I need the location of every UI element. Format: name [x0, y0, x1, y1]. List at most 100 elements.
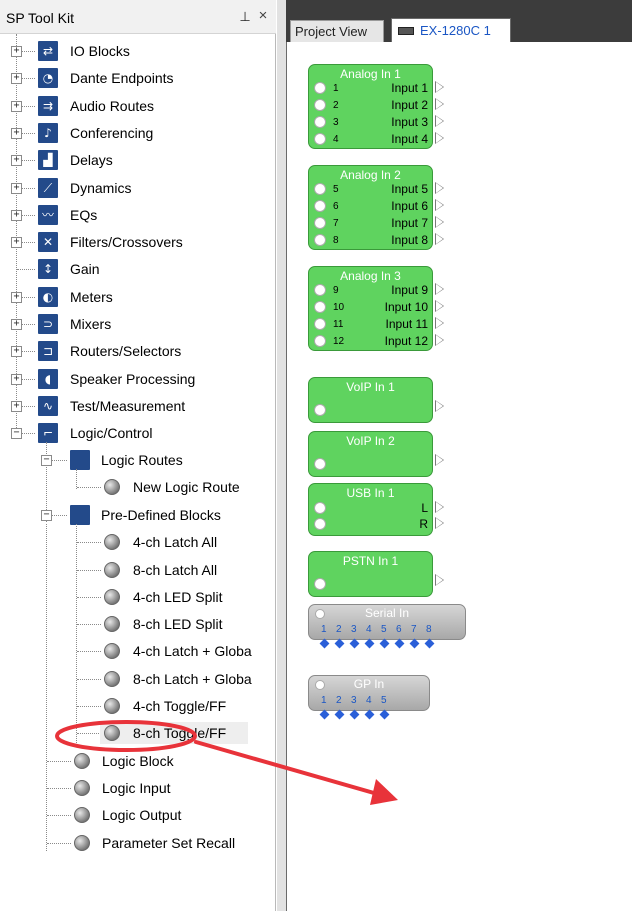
tree-category-mixers[interactable]: + ⊃ Mixers	[0, 313, 270, 335]
input-pin[interactable]	[314, 200, 326, 212]
input-pin[interactable]	[314, 82, 326, 94]
tree-item-predefined-block[interactable]: 4-ch Latch + Globa	[100, 640, 276, 662]
tree-item-label: Pre-Defined Blocks	[101, 507, 221, 524]
analog-in-block[interactable]: Analog In 1 1 Input 1 2 Input 2 3 Input 3 4 Inpu…	[308, 64, 433, 149]
input-pin[interactable]	[314, 404, 326, 416]
tree-category-conferencing[interactable]: + ♪ Conferencing	[0, 122, 270, 144]
input-pin[interactable]	[314, 234, 326, 246]
serial-in-block[interactable]: Serial In 1 2 3 4 5 6 7 8	[308, 604, 466, 640]
input-pin[interactable]	[314, 133, 326, 145]
input-pin[interactable]	[314, 99, 326, 111]
logic-output-pin[interactable]	[424, 638, 435, 649]
tree-item-label: 8-ch LED Split	[133, 616, 223, 633]
collapse-icon[interactable]: −	[41, 455, 52, 467]
expand-icon[interactable]: +	[11, 182, 22, 194]
tree-item-logic-output[interactable]: Logic Output	[70, 804, 270, 826]
input-pin[interactable]	[314, 518, 326, 530]
expand-icon[interactable]: +	[11, 319, 22, 330]
audio-routes-icon: ⇉	[38, 95, 58, 116]
expand-icon[interactable]: +	[11, 127, 22, 139]
output-arrow-icon	[435, 454, 444, 466]
tree-item-logic-routes[interactable]: − Logic Routes	[0, 449, 270, 471]
expand-icon[interactable]: +	[11, 373, 22, 385]
logic-output-pin[interactable]	[379, 709, 390, 720]
logic-output-pin[interactable]	[319, 709, 330, 720]
tree-category-dynamics[interactable]: + ⟋ Dynamics	[0, 177, 270, 199]
tree-item-predefined-block[interactable]: 4-ch Latch All	[100, 531, 276, 553]
tree-item-logic-input[interactable]: Logic Input	[70, 777, 270, 799]
expand-icon[interactable]: +	[11, 291, 22, 303]
tab-project-view[interactable]: Project View	[290, 20, 384, 42]
collapse-icon[interactable]: −	[11, 428, 22, 440]
tree-category-filters-crossovers[interactable]: + ✕ Filters/Crossovers	[0, 231, 270, 253]
tree-category-test-measurement[interactable]: + ∿ Test/Measurement	[0, 395, 270, 417]
input-pin[interactable]	[314, 578, 326, 590]
logic-output-pin[interactable]	[364, 709, 375, 720]
expand-icon[interactable]: +	[11, 237, 22, 249]
logic-output-pin[interactable]	[364, 638, 375, 649]
tree-item-pre-defined-blocks[interactable]: − Pre-Defined Blocks	[0, 504, 270, 526]
tree-category-speaker-processing[interactable]: + ◖ Speaker Processing	[0, 368, 270, 390]
expand-icon[interactable]: +	[11, 46, 22, 57]
close-icon[interactable]: ×	[256, 8, 270, 24]
input-pin[interactable]	[314, 116, 326, 128]
logic-output-pin[interactable]	[394, 638, 405, 649]
input-pin[interactable]	[314, 318, 326, 330]
tree-category-io-blocks[interactable]: + ⇄ IO Blocks	[0, 40, 270, 62]
tab-ex-1280c-1[interactable]: EX-1280C 1	[391, 18, 511, 42]
pstn-in-block[interactable]: PSTN In 1	[308, 551, 433, 597]
expand-icon[interactable]: +	[11, 346, 22, 358]
input-pin[interactable]	[314, 335, 326, 347]
logic-output-pin[interactable]	[379, 638, 390, 649]
gp-in-block[interactable]: GP In 1 2 3 4 5	[308, 675, 430, 711]
tree-category-dante-endpoints[interactable]: + ◔ Dante Endpoints	[0, 67, 270, 89]
tree-category-gain[interactable]: ↕ Gain	[0, 258, 270, 280]
expand-icon[interactable]: +	[11, 100, 22, 112]
tree-item-predefined-block[interactable]: 8-ch LED Split	[100, 613, 276, 635]
input-pin[interactable]	[314, 301, 326, 313]
tree-item-label: Test/Measurement	[70, 397, 186, 414]
voip-in-block[interactable]: VoIP In 1	[308, 377, 433, 423]
logic-output-pin[interactable]	[409, 638, 420, 649]
input-pin[interactable]	[314, 458, 326, 470]
analog-in-block[interactable]: Analog In 2 5 Input 5 6 Input 6 7 Input 7 8 Inpu…	[308, 165, 433, 250]
tree-item-parameter-set-recall[interactable]: Parameter Set Recall	[70, 832, 270, 854]
usb-in-block[interactable]: USB In 1 LR	[308, 483, 433, 536]
voip-in-block[interactable]: VoIP In 2	[308, 431, 433, 477]
tree-category-meters[interactable]: + ◐ Meters	[0, 286, 270, 308]
tree-item-new-logic-route[interactable]: New Logic Route	[100, 476, 270, 498]
input-pin[interactable]	[314, 183, 326, 195]
input-pin[interactable]	[314, 502, 326, 514]
expand-icon[interactable]: +	[11, 155, 22, 167]
block-ball-icon	[104, 643, 120, 660]
input-pin[interactable]	[314, 217, 326, 229]
tree-item-predefined-block[interactable]: 8-ch Latch + Globa	[100, 668, 276, 690]
output-arrow-icon	[435, 199, 444, 211]
collapse-icon[interactable]: −	[41, 510, 52, 522]
logic-output-pin[interactable]	[349, 638, 360, 649]
pin-icon[interactable]: ⊥	[238, 9, 252, 25]
design-canvas[interactable]: Analog In 1 1 Input 1 2 Input 2 3 Input 3 4 Inpu…	[286, 42, 632, 911]
tree-item-predefined-block[interactable]: 4-ch LED Split	[100, 586, 276, 608]
tree-item-predefined-block[interactable]: 8-ch Latch All	[100, 559, 276, 581]
expand-icon[interactable]: +	[11, 400, 22, 412]
input-pin[interactable]	[314, 284, 326, 296]
tree-item-predefined-block[interactable]: 8-ch Toggle/FF	[100, 722, 248, 745]
expand-icon[interactable]: +	[11, 209, 22, 221]
analog-in-block[interactable]: Analog In 3 9 Input 9 10 Input 10 11 Input 11 1…	[308, 266, 433, 351]
tree-item-logic-block[interactable]: Logic Block	[70, 750, 270, 772]
logic-output-pin[interactable]	[349, 709, 360, 720]
tree-category-logic-control[interactable]: − ⌐ Logic/Control	[0, 422, 270, 444]
tree-item-predefined-block[interactable]: 4-ch Toggle/FF	[100, 695, 276, 717]
expand-icon[interactable]: +	[11, 73, 22, 85]
block-ball-icon	[104, 479, 120, 496]
tree-category-routers-selectors[interactable]: + ⊐ Routers/Selectors	[0, 340, 270, 362]
logic-output-pin[interactable]	[319, 638, 330, 649]
panel-splitter[interactable]	[277, 0, 286, 911]
tree-category-audio-routes[interactable]: + ⇉ Audio Routes	[0, 95, 270, 117]
tree-category-eqs[interactable]: + 〰 EQs	[0, 204, 270, 226]
logic-output-pin[interactable]	[334, 709, 345, 720]
output-arrow-icon	[435, 115, 444, 127]
logic-output-pin[interactable]	[334, 638, 345, 649]
tree-category-delays[interactable]: + ▟ Delays	[0, 149, 270, 171]
